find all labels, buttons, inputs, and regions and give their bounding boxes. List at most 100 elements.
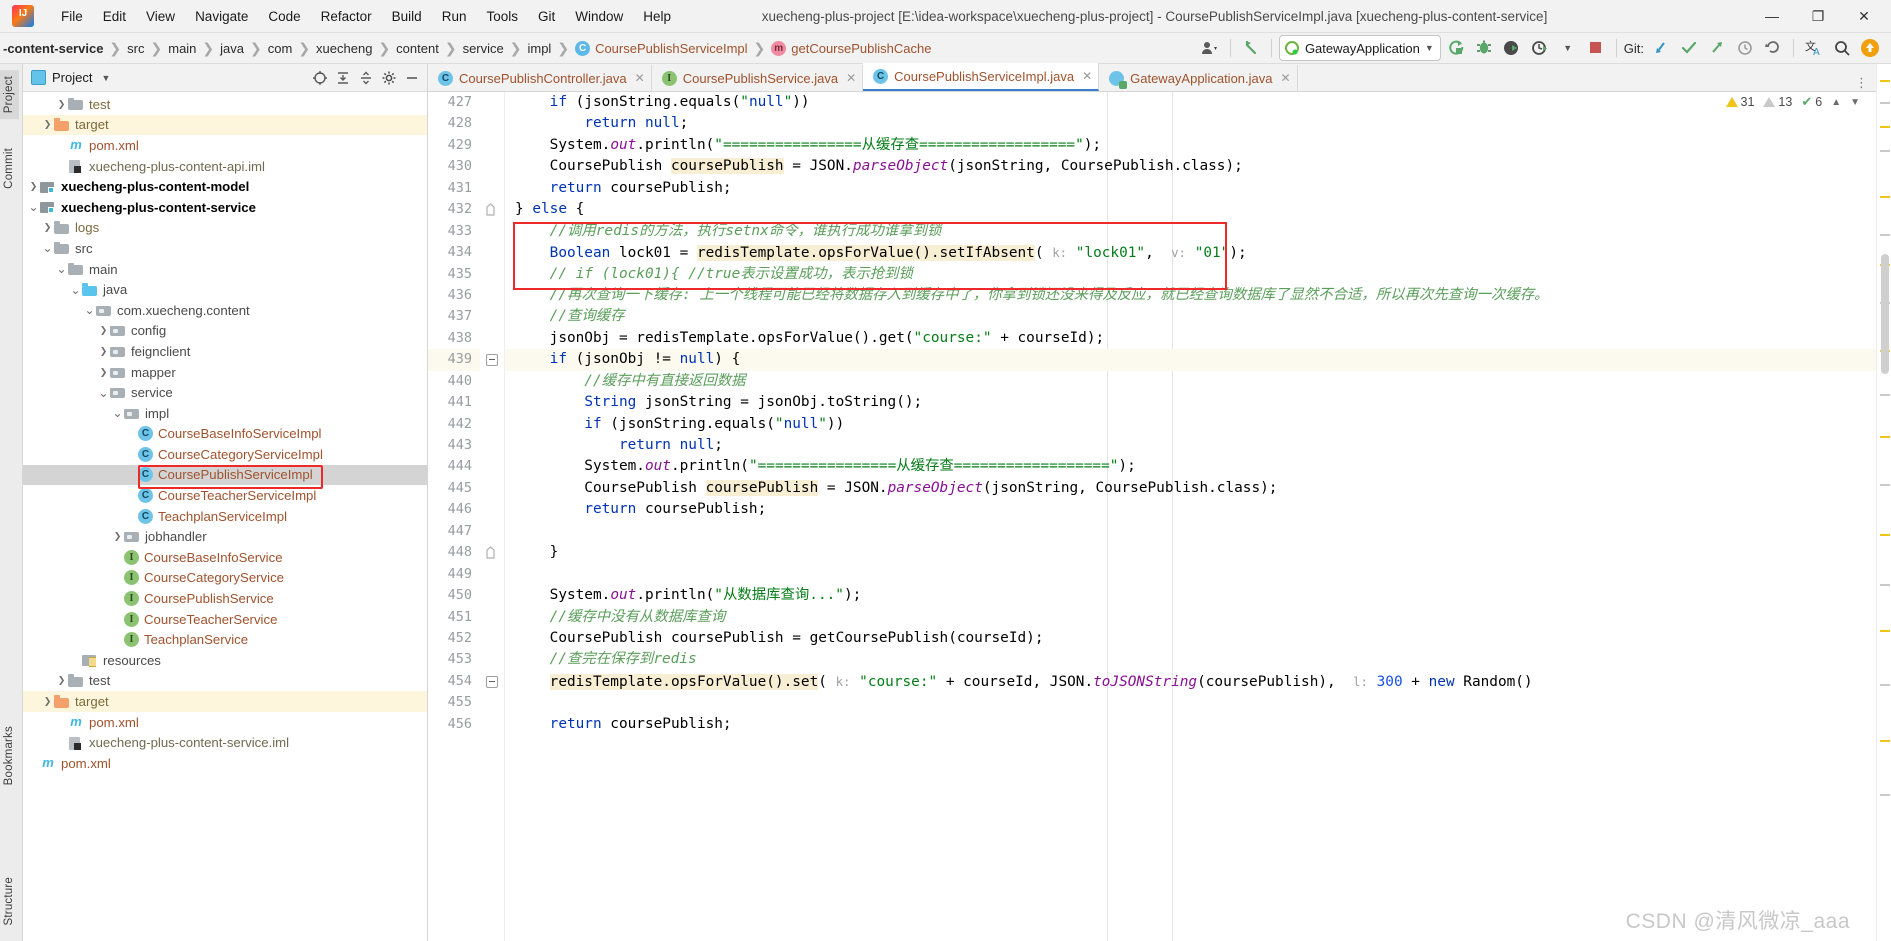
chevron-right-icon[interactable]: ❯: [41, 222, 54, 233]
debug-icon[interactable]: [1471, 36, 1497, 60]
code-line[interactable]: System.out.println("从数据库查询...");: [505, 585, 1876, 606]
code-line[interactable]: }: [505, 542, 1876, 563]
code-line[interactable]: if (jsonObj != null) {: [505, 349, 1876, 371]
tree-item[interactable]: I CourseTeacherService: [23, 609, 427, 630]
tool-tab-structure[interactable]: Structure: [0, 871, 19, 931]
stop-icon[interactable]: [1583, 36, 1609, 60]
gear-icon[interactable]: [378, 67, 400, 89]
inspection-widget[interactable]: 31 13 ✔ 6 ▲ ▼: [1725, 94, 1860, 110]
code-line[interactable]: [505, 692, 1876, 713]
tree-item[interactable]: ❯ target: [23, 691, 427, 712]
chevron-right-icon[interactable]: ❯: [41, 119, 54, 130]
tree-item[interactable]: m pom.xml: [23, 135, 427, 156]
menu-code[interactable]: Code: [259, 6, 309, 27]
fold-toggle[interactable]: [486, 676, 498, 689]
code-line[interactable]: //查完在保存到redis: [505, 649, 1876, 670]
git-history-icon[interactable]: [1732, 36, 1758, 60]
warnings-count[interactable]: 31: [1725, 95, 1754, 109]
tree-item[interactable]: ❯ logs: [23, 218, 427, 239]
chevron-down-icon[interactable]: ▼: [101, 73, 110, 83]
select-opened-file-icon[interactable]: [309, 67, 331, 89]
code-content[interactable]: if (jsonString.equals("null")) return nu…: [505, 92, 1876, 941]
git-rollback-icon[interactable]: [1760, 36, 1786, 60]
back-arrow-icon[interactable]: [1238, 36, 1264, 60]
tool-tab-bookmarks[interactable]: Bookmarks: [0, 720, 19, 791]
editor-tab-course-publish-service-impl[interactable]: C CoursePublishServiceImpl.java ✕: [863, 63, 1100, 91]
tree-item[interactable]: ⌄ main: [23, 259, 427, 280]
editor-tab-course-publish-service[interactable]: I CoursePublishService.java ✕: [651, 65, 864, 91]
chevron-down-icon[interactable]: ⌄: [69, 284, 82, 296]
code-line[interactable]: redisTemplate.opsForValue().set( k: "cou…: [505, 671, 1876, 692]
tree-item[interactable]: I CourseCategoryService: [23, 568, 427, 589]
code-line[interactable]: return coursePublish;: [505, 178, 1876, 199]
tree-item[interactable]: ❯ target: [23, 114, 427, 136]
tree-item[interactable]: ⌄ src: [23, 238, 427, 259]
chevron-up-icon[interactable]: ▲: [1831, 97, 1841, 108]
menu-refactor[interactable]: Refactor: [312, 6, 381, 27]
breadcrumb-item-src[interactable]: src: [124, 41, 147, 56]
tree-item[interactable]: ❯ config: [23, 321, 427, 342]
chevron-right-icon[interactable]: ❯: [55, 99, 68, 110]
tree-item[interactable]: C TeachplanServiceImpl: [23, 506, 427, 527]
tree-item[interactable]: ⌄ java: [23, 279, 427, 300]
code-line[interactable]: //再次查询一下缓存: 上一个线程可能已经将数据存入到缓存中了，你拿到锁还没来得…: [505, 285, 1876, 306]
code-line[interactable]: //查询缓存: [505, 306, 1876, 327]
tree-item[interactable]: C CourseTeacherServiceImpl: [23, 485, 427, 506]
menu-help[interactable]: Help: [634, 6, 680, 27]
chevron-down-icon[interactable]: ⌄: [111, 407, 124, 419]
code-folding-column[interactable]: [480, 92, 505, 941]
menu-run[interactable]: Run: [433, 6, 476, 27]
code-line[interactable]: //调用redis的方法，执行setnx命令，谁执行成功谁拿到锁: [505, 221, 1876, 242]
fold-toggle[interactable]: [486, 354, 498, 367]
code-line[interactable]: [505, 564, 1876, 585]
tree-item[interactable]: ❯ test: [23, 671, 427, 692]
close-icon[interactable]: ✕: [1280, 71, 1290, 85]
breadcrumb-item-java[interactable]: java: [217, 41, 247, 56]
chevron-down-icon[interactable]: ⌄: [83, 304, 96, 316]
chevron-right-icon[interactable]: ❯: [97, 367, 110, 378]
tree-item[interactable]: resources: [23, 650, 427, 671]
chevron-down-icon[interactable]: ▼: [1555, 36, 1581, 60]
code-line[interactable]: } else {: [505, 199, 1876, 220]
run-configuration-selector[interactable]: GatewayApplication ▼: [1278, 35, 1441, 61]
code-line[interactable]: jsonObj = redisTemplate.opsForValue().ge…: [505, 328, 1876, 349]
project-tree[interactable]: ❯ test ❯ target m pom.xml xuecheng-plus-conten…: [23, 92, 427, 941]
code-line[interactable]: System.out.println("================从缓存查…: [505, 135, 1876, 156]
close-icon[interactable]: ✕: [635, 71, 645, 85]
analysis-scrollbar[interactable]: [1876, 64, 1891, 941]
tree-item[interactable]: ⌄ xuecheng-plus-content-service: [23, 197, 427, 218]
code-line[interactable]: String jsonString = jsonObj.toString();: [505, 392, 1876, 413]
chevron-right-icon[interactable]: ❯: [111, 531, 124, 542]
checks-count[interactable]: ✔ 6: [1801, 94, 1822, 110]
tree-item[interactable]: I CourseBaseInfoService: [23, 547, 427, 568]
git-push-icon[interactable]: [1704, 36, 1730, 60]
menu-file[interactable]: File: [52, 6, 92, 27]
code-line[interactable]: //缓存中有直接返回数据: [505, 371, 1876, 392]
git-commit-icon[interactable]: [1676, 36, 1702, 60]
code-line[interactable]: if (jsonString.equals("null")): [505, 414, 1876, 435]
breadcrumb-item-xuecheng[interactable]: xuecheng: [313, 41, 375, 56]
code-line[interactable]: return null;: [505, 113, 1876, 134]
menu-build[interactable]: Build: [383, 6, 431, 27]
tree-item[interactable]: ⌄ com.xuecheng.content: [23, 300, 427, 321]
tree-item[interactable]: xuecheng-plus-content-api.iml: [23, 156, 427, 177]
code-line[interactable]: [505, 521, 1876, 542]
tree-item[interactable]: I TeachplanService: [23, 629, 427, 650]
code-line[interactable]: CoursePublish coursePublish = JSON.parse…: [505, 478, 1876, 499]
run-icon[interactable]: [1443, 36, 1469, 60]
code-line[interactable]: Boolean lock01 = redisTemplate.opsForVal…: [505, 242, 1876, 263]
collapse-all-icon[interactable]: [355, 67, 377, 89]
code-line[interactable]: CoursePublish coursePublish = JSON.parse…: [505, 156, 1876, 177]
chevron-down-icon[interactable]: ⌄: [41, 242, 54, 254]
tree-item[interactable]: C CourseBaseInfoServiceImpl: [23, 424, 427, 445]
menu-tools[interactable]: Tools: [477, 6, 527, 27]
updates-icon[interactable]: [1857, 36, 1883, 60]
menu-view[interactable]: View: [137, 6, 184, 27]
close-icon[interactable]: ✕: [846, 71, 856, 85]
code-line[interactable]: return coursePublish;: [505, 714, 1876, 735]
tree-item[interactable]: ❯ xuecheng-plus-content-model: [23, 176, 427, 197]
tree-item-selected[interactable]: C CoursePublishServiceImpl: [23, 464, 427, 486]
close-icon[interactable]: ✕: [1082, 69, 1092, 83]
run-with-coverage-icon[interactable]: [1499, 36, 1525, 60]
chevron-down-icon[interactable]: ⌄: [27, 201, 40, 213]
